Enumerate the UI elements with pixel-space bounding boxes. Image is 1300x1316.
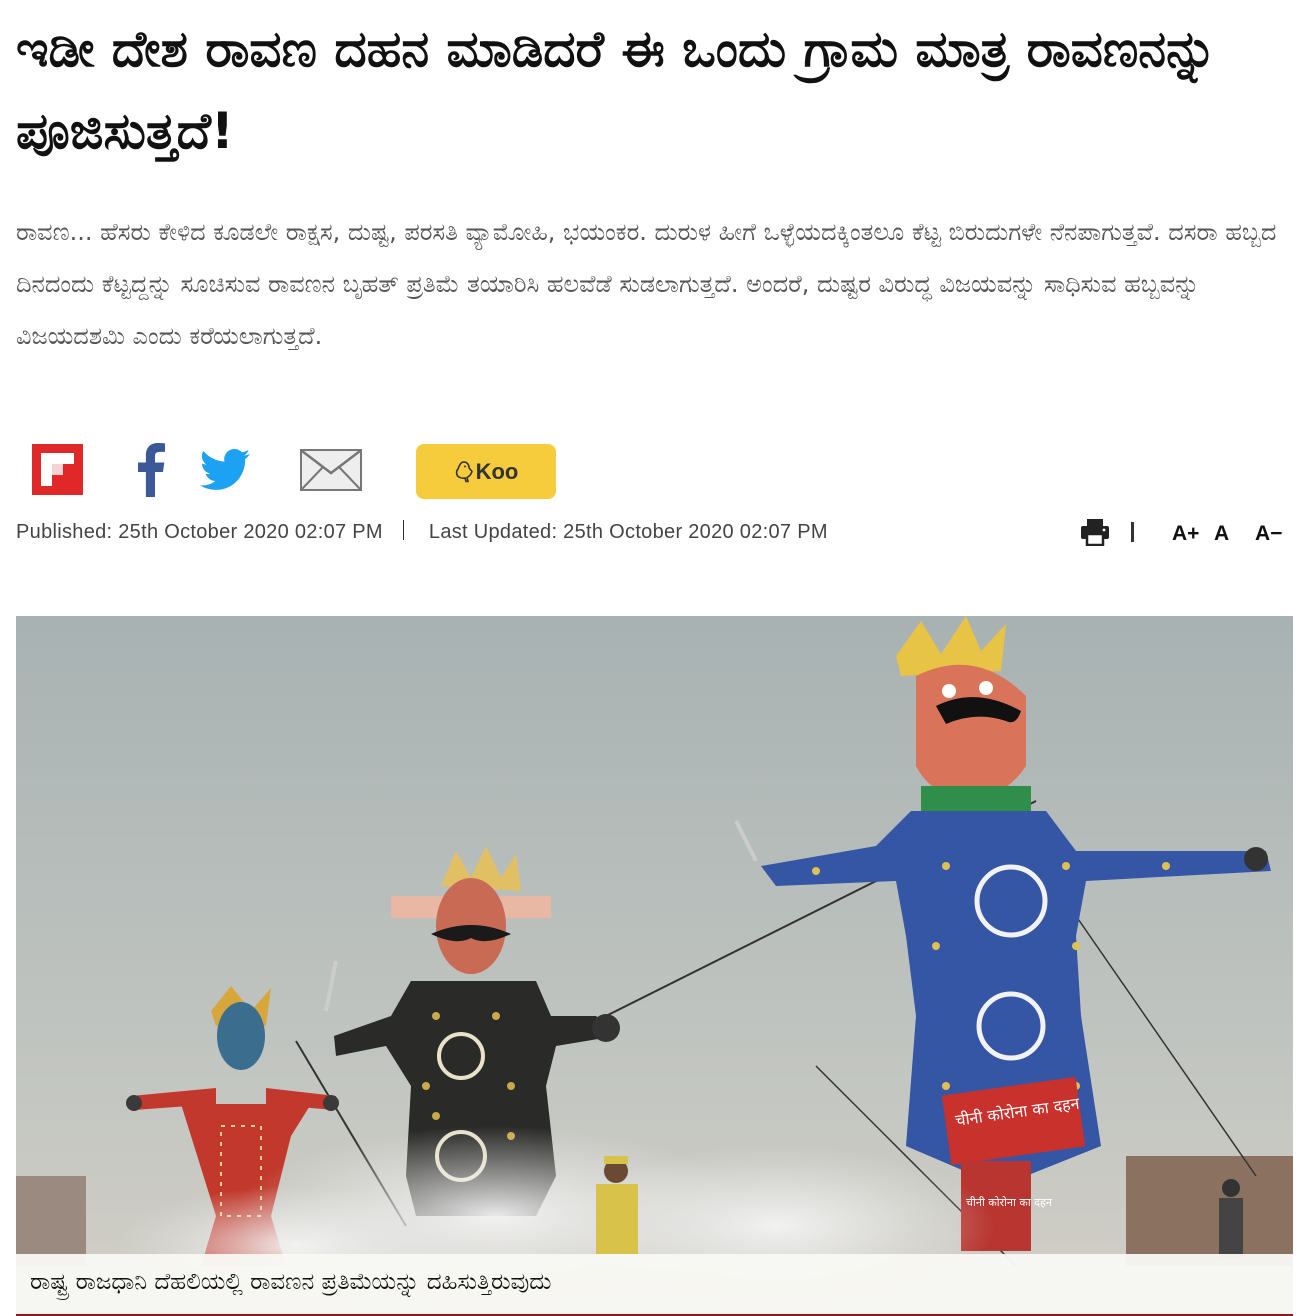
article-summary: ರಾವಣ... ಹೆಸರು ಕೇಳಿದ ಕೂಡಲೇ ರಾಕ್ಷಸ, ದುಷ್ಟ,… bbox=[16, 218, 1277, 350]
font-increase-button[interactable]: A+ bbox=[1172, 522, 1199, 546]
flipboard-icon[interactable] bbox=[32, 444, 83, 495]
koo-share-button[interactable]: Koo bbox=[416, 444, 556, 499]
photo-caption: ರಾಷ್ಟ್ರ ರಾಜಧಾನಿ ದೆಹಲಿಯಲ್ಲಿ ರಾವಣನ ಪ್ರತಿಮೆ… bbox=[16, 1254, 1293, 1314]
koo-label: Koo bbox=[475, 458, 519, 484]
bystander-figure bbox=[1219, 1179, 1243, 1258]
font-decrease-button[interactable]: A− bbox=[1255, 522, 1282, 546]
share-bar: Koo bbox=[30, 441, 570, 499]
article-figure: चीनी कोरोना का दहन चीनी कोरोना का दहन ರಾ… bbox=[16, 616, 1293, 1316]
print-icon[interactable] bbox=[1080, 518, 1110, 546]
article-tools: A+ A A− bbox=[1080, 514, 1288, 554]
twitter-icon[interactable] bbox=[200, 449, 250, 491]
font-normal-button[interactable]: A bbox=[1214, 522, 1229, 546]
koo-bird-icon bbox=[455, 460, 473, 482]
published-date: Published: 25th October 2020 02:07 PM bbox=[16, 521, 383, 543]
email-icon[interactable] bbox=[300, 449, 362, 491]
article-headline: ಇಡೀ ದೇಶ ರಾವಣ ದಹನ ಮಾಡಿದರೆ ಈ ಒಂದು ಗ್ರಾಮ ಮಾ… bbox=[16, 20, 1217, 160]
tools-divider bbox=[1131, 522, 1134, 542]
last-updated-date: Last Updated: 25th October 2020 02:07 PM bbox=[428, 521, 828, 543]
date-separator bbox=[402, 520, 404, 540]
article-dates: Published: 25th October 2020 02:07 PM Las… bbox=[16, 520, 828, 544]
facebook-icon[interactable] bbox=[130, 441, 170, 497]
ravana-effigies-photo: चीनी कोरोना का दहन चीनी कोरोना का दहन bbox=[16, 616, 1293, 1316]
